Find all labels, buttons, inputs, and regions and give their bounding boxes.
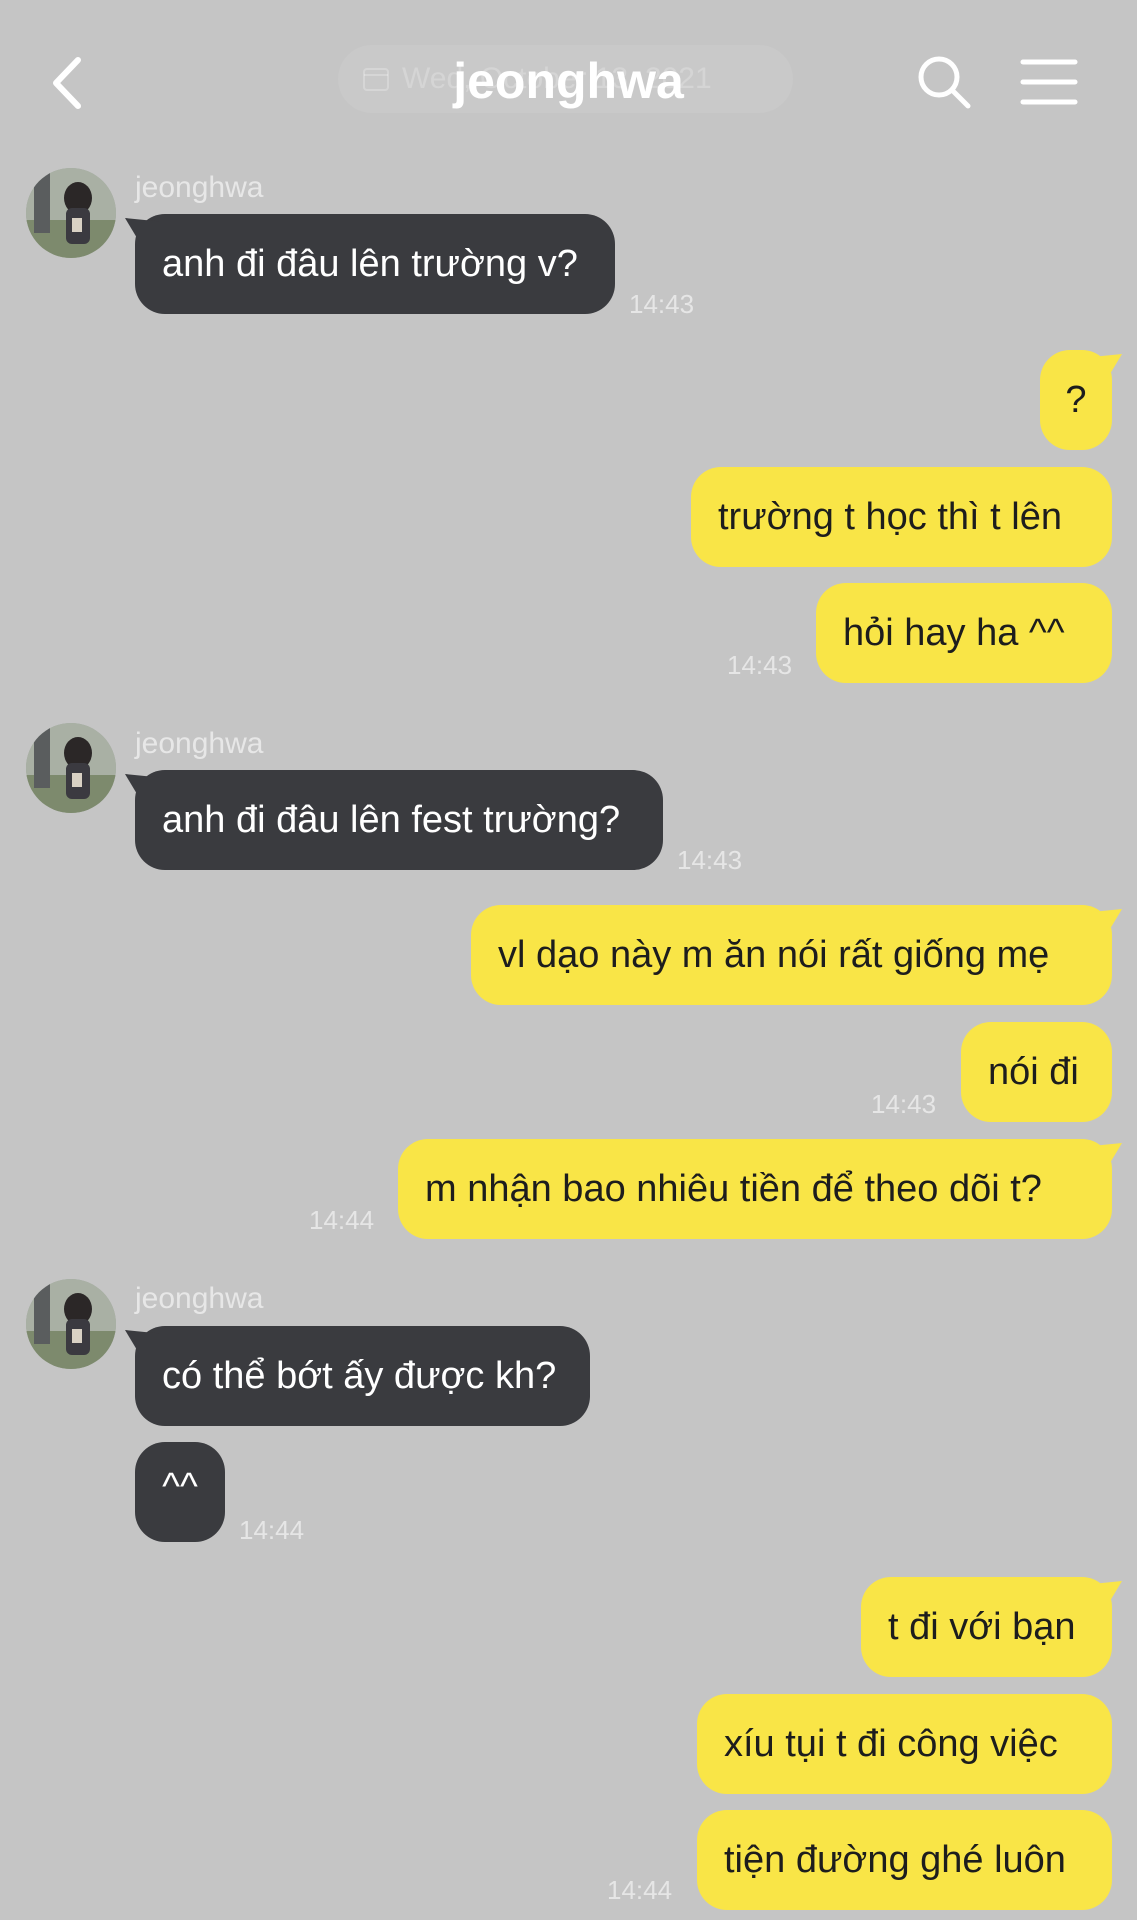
message-text: t đi với bạn (888, 1606, 1076, 1648)
message-bubble[interactable]: vl dạo này m ăn nói rất giống mẹ (471, 905, 1112, 1005)
message-bubble[interactable]: trường t học thì t lên (691, 467, 1112, 567)
avatar[interactable] (26, 723, 116, 813)
message-text: ? (1065, 379, 1087, 421)
message-text: vl dạo này m ăn nói rất giống mẹ (498, 934, 1050, 976)
chat-header: Wed, October 13, 2021 jeonghwa (0, 0, 1137, 160)
message-bubble[interactable]: ^^ (135, 1442, 225, 1542)
message-time: 14:44 (607, 1875, 673, 1905)
message-bubble[interactable]: xíu tụi t đi công việc (697, 1694, 1112, 1794)
message-bubble[interactable]: anh đi đâu lên trường v? (135, 214, 615, 314)
message-time: 14:43 (677, 845, 743, 875)
message-bubble[interactable]: t đi với bạn (861, 1577, 1112, 1677)
sender-name: jeonghwa (135, 727, 264, 760)
avatar-photo (26, 1279, 116, 1369)
message-bubble[interactable]: ? (1040, 350, 1112, 450)
message-text: tiện đường ghé luôn (724, 1839, 1066, 1881)
avatar-photo (26, 723, 116, 813)
sender-name: jeonghwa (135, 171, 264, 204)
message-bubble[interactable]: có thể bớt ấy được kh? (135, 1326, 590, 1426)
message-text: m nhận bao nhiêu tiền để theo dõi t? (425, 1168, 1042, 1210)
message-time: 14:43 (629, 289, 695, 319)
message-text: hỏi hay ha ^^ (843, 612, 1065, 654)
menu-button[interactable] (1020, 56, 1078, 108)
message-bubble[interactable]: anh đi đâu lên fest trường? (135, 770, 663, 870)
message-bubble[interactable]: m nhận bao nhiêu tiền để theo dõi t? (398, 1139, 1112, 1239)
message-bubble[interactable]: hỏi hay ha ^^ (816, 583, 1112, 683)
message-text: anh đi đâu lên fest trường? (162, 799, 621, 841)
avatar-photo (26, 168, 116, 258)
message-text: trường t học thì t lên (718, 496, 1062, 538)
sender-name: jeonghwa (135, 1282, 264, 1315)
message-text: ^^ (162, 1466, 198, 1508)
message-text: xíu tụi t đi công việc (724, 1723, 1058, 1765)
message-bubble[interactable]: nói đi (961, 1022, 1112, 1122)
message-time: 14:44 (239, 1515, 305, 1545)
message-bubble[interactable]: tiện đường ghé luôn (697, 1810, 1112, 1910)
message-time: 14:43 (871, 1089, 937, 1119)
message-time: 14:43 (727, 650, 793, 680)
hamburger-menu-icon (1020, 59, 1078, 105)
search-icon (918, 56, 971, 109)
message-text: có thể bớt ấy được kh? (162, 1355, 557, 1397)
message-text: nói đi (988, 1051, 1079, 1093)
avatar[interactable] (26, 1279, 116, 1369)
message-text: anh đi đâu lên trường v? (162, 243, 578, 285)
message-time: 14:44 (309, 1205, 375, 1235)
avatar[interactable] (26, 168, 116, 258)
search-button[interactable] (912, 50, 976, 114)
